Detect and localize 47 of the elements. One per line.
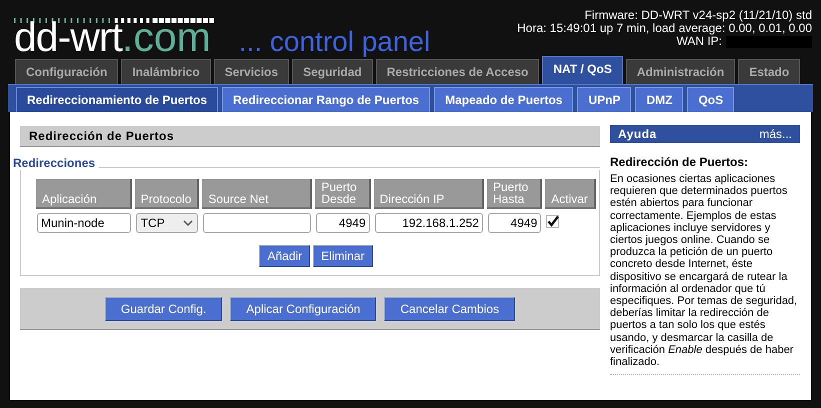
column-header: Source Net: [202, 179, 312, 209]
apply-button[interactable]: Aplicar Configuración: [230, 296, 376, 320]
sub-tab[interactable]: Redireccionar Rango de Puertos: [222, 87, 430, 112]
add-button[interactable]: Añadir: [259, 245, 310, 267]
nav-tab[interactable]: Estado: [738, 59, 800, 84]
nav-tab[interactable]: Configuración: [15, 59, 118, 84]
save-button[interactable]: Guardar Config.: [104, 296, 222, 320]
column-header: Puerto Hasta: [486, 179, 542, 209]
nav-tab[interactable]: Inalámbrico: [121, 59, 211, 84]
nav-tab[interactable]: Restricciones de Acceso: [376, 59, 540, 84]
column-header: Dirección IP: [374, 179, 484, 209]
ip-address-field[interactable]: 192.168.1.252: [374, 213, 483, 233]
sub-tab[interactable]: Redireccionamiento de Puertos: [16, 87, 218, 112]
column-header: Aplicación: [36, 179, 132, 209]
help-text: En ocasiones ciertas aplicaciones requieren que determinados puertos estén abiertos para funcionar correctamente. Ejemplos de estas aplicaciones incluye servidores y ciertos juegos online. Cuando se produzca la petición de un puerto concreto desde Internet, éste dispositivo se encargará de rutear la información al ordenador que tú especifiques. Por temas de seguridad, deberías limitar la redirección de puertos a tan solo los que estés usando, y desmarcar la casilla de verificación Enable después de haber finalizado.: [610, 173, 800, 376]
source-net-field[interactable]: [203, 213, 312, 233]
column-header: Activar: [545, 179, 596, 209]
enable-checkbox[interactable]: [546, 215, 560, 228]
uptime-info: Hora: 15:49:01 up 7 min, load average: 0.00, 0.01, 0.00: [517, 22, 812, 35]
group-legend: Redirecciones: [13, 156, 100, 170]
section-title: Redirección de Puertos: [20, 126, 600, 147]
protocol-dropdown[interactable]: TCP: [136, 213, 198, 233]
logo-text: dd-wrt: [14, 19, 122, 55]
tagline: ... control panel: [238, 28, 430, 56]
nav-tab[interactable]: NAT / QoS: [542, 56, 623, 84]
sub-tab[interactable]: UPnP: [577, 87, 632, 112]
help-heading: Redirección de Puertos:: [610, 155, 750, 169]
port-to-field[interactable]: 4949: [488, 213, 542, 233]
cancel-button[interactable]: Cancelar Cambios: [384, 296, 516, 320]
nav-tab[interactable]: Administración: [626, 59, 736, 84]
wan-ip-label: WAN IP:: [676, 35, 722, 48]
firmware-info: Firmware: DD-WRT v24-sp2 (11/21/10) std: [584, 9, 812, 22]
nav-tab[interactable]: Servicios: [214, 59, 290, 84]
application-field[interactable]: Munin-node: [37, 213, 131, 233]
logo-domain: .com: [122, 19, 211, 55]
chevron-down-icon: [183, 220, 194, 226]
sub-tab[interactable]: QoS: [687, 87, 734, 112]
delete-button[interactable]: Eliminar: [313, 245, 373, 267]
column-header: Protocolo: [134, 179, 200, 209]
help-title: Ayuda: [618, 127, 657, 141]
sub-tab[interactable]: Mapeado de Puertos: [434, 87, 574, 112]
port-from-field[interactable]: 4949: [316, 213, 370, 233]
barcode-stripes-icon: [14, 18, 214, 23]
column-header: Puerto Desde: [315, 179, 371, 209]
more-link[interactable]: más...: [759, 127, 792, 141]
sub-tab[interactable]: DMZ: [635, 87, 684, 112]
nav-tab[interactable]: Seguridad: [292, 59, 373, 84]
